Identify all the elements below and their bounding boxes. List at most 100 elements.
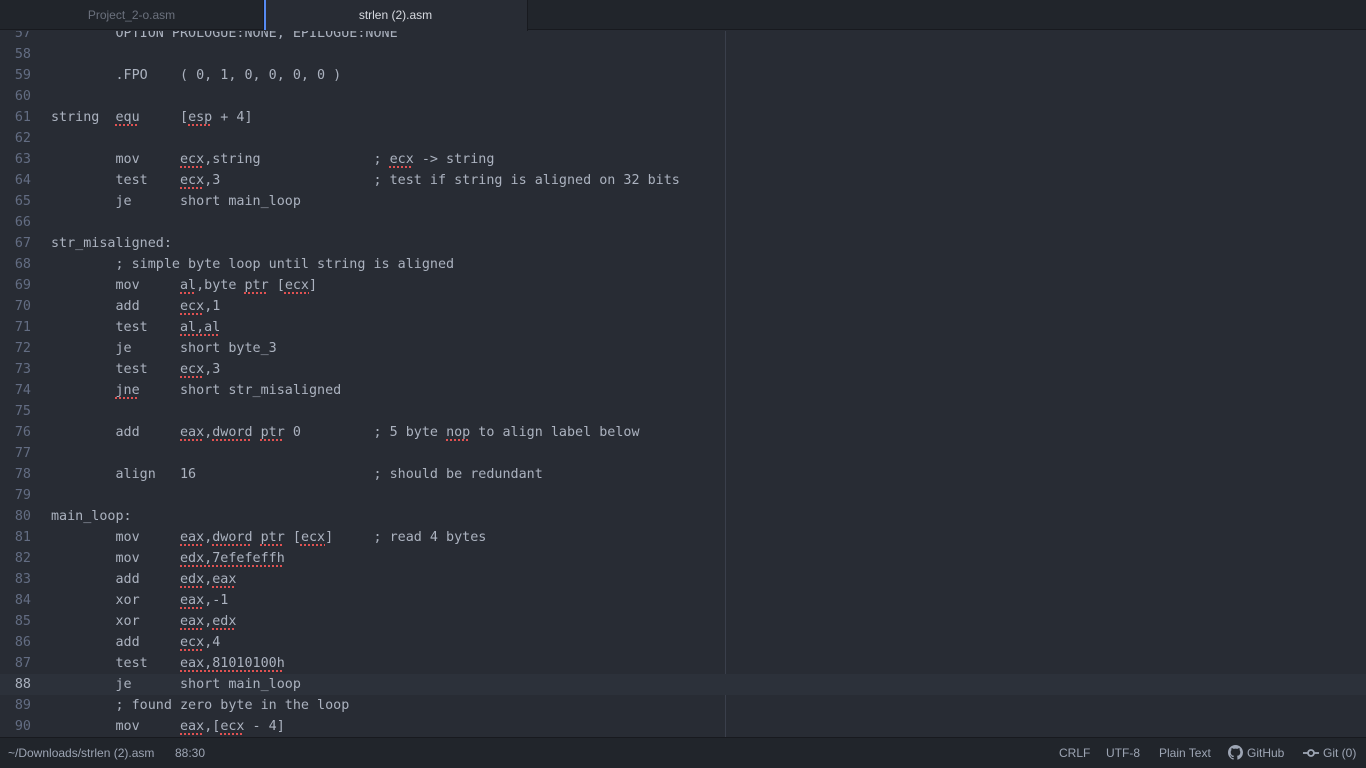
- spell-error-word: ptr: [260, 425, 285, 440]
- line-number: 77: [14, 446, 31, 461]
- line-text: je short byte_3: [51, 338, 276, 359]
- code-text: [: [139, 110, 189, 125]
- code-line[interactable]: 87 test eax,81010100h: [0, 653, 1366, 674]
- status-line-ending[interactable]: CRLF: [1059, 738, 1090, 768]
- line-number: 61: [14, 110, 31, 125]
- line-number: 76: [14, 425, 31, 440]
- code-line[interactable]: 75: [0, 401, 1366, 422]
- code-text: mov: [51, 278, 180, 293]
- code-line[interactable]: 63 mov ecx,string ; ecx -> string: [0, 149, 1366, 170]
- code-text: short str_misaligned: [139, 383, 342, 398]
- spell-error-word: ecx: [180, 173, 205, 188]
- status-file-path[interactable]: ~/Downloads/strlen (2).asm: [8, 738, 154, 768]
- code-line[interactable]: 86 add ecx,4: [0, 632, 1366, 653]
- code-text: ,3 ; test if string is aligned on 32 bit…: [204, 173, 680, 188]
- code-line[interactable]: 78 align 16 ; should be redundant: [0, 464, 1366, 485]
- code-text: test: [51, 173, 180, 188]
- code-line[interactable]: 65 je short main_loop: [0, 191, 1366, 212]
- line-number: 68: [14, 257, 31, 272]
- line-text: je short main_loop: [51, 191, 300, 212]
- line-text: add eax,dword ptr 0 ; 5 byte nop to alig…: [51, 422, 640, 443]
- code-text: -> string: [413, 152, 495, 167]
- line-number: 85: [14, 614, 31, 629]
- code-line[interactable]: 62: [0, 128, 1366, 149]
- code-line[interactable]: 68 ; simple byte loop until string is al…: [0, 254, 1366, 275]
- spell-error-word: al,al: [180, 320, 221, 335]
- status-encoding[interactable]: UTF-8: [1106, 738, 1140, 768]
- code-text: to align label below: [470, 425, 640, 440]
- code-text: mov: [51, 551, 180, 566]
- spell-error-word: eax: [180, 530, 205, 545]
- code-line[interactable]: 59 .FPO ( 0, 1, 0, 0, 0, 0 ): [0, 65, 1366, 86]
- code-line[interactable]: 69 mov al,byte ptr [ecx]: [0, 275, 1366, 296]
- line-text: mov ecx,string ; ecx -> string: [51, 149, 494, 170]
- status-bar: ~/Downloads/strlen (2).asm 88:30 CRLF UT…: [0, 737, 1366, 768]
- line-text: xor eax,edx: [51, 611, 236, 632]
- line-number: 73: [14, 362, 31, 377]
- code-line[interactable]: 89 ; found zero byte in the loop: [0, 695, 1366, 716]
- spell-error-word: ecx: [180, 299, 205, 314]
- spell-error-word: ecx: [220, 719, 245, 734]
- line-number: 62: [14, 131, 31, 146]
- code-line[interactable]: 73 test ecx,3: [0, 359, 1366, 380]
- code-line[interactable]: 67 str_misaligned:: [0, 233, 1366, 254]
- line-text: add ecx,4: [51, 632, 220, 653]
- spell-error-word: jne: [115, 383, 140, 398]
- editor-window: Project_2-o.asm strlen (2).asm 57 OPTION…: [0, 0, 1366, 768]
- line-number: 80: [14, 509, 31, 524]
- spell-error-word: equ: [115, 110, 140, 125]
- code-line[interactable]: 66: [0, 212, 1366, 233]
- code-line[interactable]: 84 xor eax,-1: [0, 590, 1366, 611]
- code-text: xor: [51, 614, 180, 629]
- tab-project-2-o-asm[interactable]: Project_2-o.asm: [0, 0, 264, 30]
- code-line[interactable]: 79: [0, 485, 1366, 506]
- text-editor[interactable]: 57 OPTION PROLOGUE:NONE, EPILOGUE:NONE 58…: [0, 31, 1366, 737]
- line-number: 65: [14, 194, 31, 209]
- code-line[interactable]: 80 main_loop:: [0, 506, 1366, 527]
- status-github[interactable]: GitHub: [1228, 738, 1284, 768]
- code-line[interactable]: 72 je short byte_3: [0, 338, 1366, 359]
- code-line[interactable]: 74 jne short str_misaligned: [0, 380, 1366, 401]
- code-text: ,-1: [204, 593, 229, 608]
- code-line[interactable]: 82 mov edx,7efefeffh: [0, 548, 1366, 569]
- spell-error-word: ecx: [180, 635, 205, 650]
- code-line[interactable]: 90 mov eax,[ecx - 4]: [0, 716, 1366, 737]
- tab-strlen-2-asm[interactable]: strlen (2).asm: [264, 0, 528, 31]
- code-line[interactable]: 58: [0, 44, 1366, 65]
- spell-error-word: al: [180, 278, 197, 293]
- line-number: 57: [14, 31, 31, 41]
- code-text: main_loop:: [51, 509, 132, 524]
- code-line[interactable]: 70 add ecx,1: [0, 296, 1366, 317]
- code-line[interactable]: 64 test ecx,3 ; test if string is aligne…: [0, 170, 1366, 191]
- status-grammar[interactable]: Plain Text: [1159, 738, 1211, 768]
- code-text: add: [51, 635, 180, 650]
- line-number: 59: [14, 68, 31, 83]
- code-text: [: [268, 278, 285, 293]
- github-icon: [1228, 745, 1243, 760]
- spell-error-word: edx: [180, 572, 205, 587]
- line-text: test ecx,3 ; test if string is aligned o…: [51, 170, 680, 191]
- code-line[interactable]: 88 je short main_loop: [0, 674, 1366, 695]
- spell-error-word: dword: [212, 425, 253, 440]
- tab-label: strlen (2).asm: [358, 8, 433, 22]
- line-number: 78: [14, 467, 31, 482]
- code-text: ]: [309, 278, 318, 293]
- status-cursor-position[interactable]: 88:30: [175, 738, 205, 768]
- code-text: mov: [51, 719, 180, 734]
- code-line[interactable]: 81 mov eax,dword ptr [ecx] ; read 4 byte…: [0, 527, 1366, 548]
- status-git[interactable]: Git (0): [1303, 738, 1356, 768]
- code-line[interactable]: 71 test al,al: [0, 317, 1366, 338]
- code-line[interactable]: 85 xor eax,edx: [0, 611, 1366, 632]
- code-line[interactable]: 57 OPTION PROLOGUE:NONE, EPILOGUE:NONE: [0, 31, 1366, 44]
- code-line[interactable]: 61 string equ [esp + 4]: [0, 107, 1366, 128]
- line-text: OPTION PROLOGUE:NONE, EPILOGUE:NONE: [51, 31, 398, 44]
- code-line[interactable]: 76 add eax,dword ptr 0 ; 5 byte nop to a…: [0, 422, 1366, 443]
- code-line[interactable]: 77: [0, 443, 1366, 464]
- code-text: add: [51, 425, 180, 440]
- line-number: 64: [14, 173, 31, 188]
- spell-error-word: ecx: [389, 152, 414, 167]
- code-text: OPTION PROLOGUE:NONE, EPILOGUE:NONE: [51, 31, 398, 41]
- code-line[interactable]: 83 add edx,eax: [0, 569, 1366, 590]
- code-line[interactable]: 60: [0, 86, 1366, 107]
